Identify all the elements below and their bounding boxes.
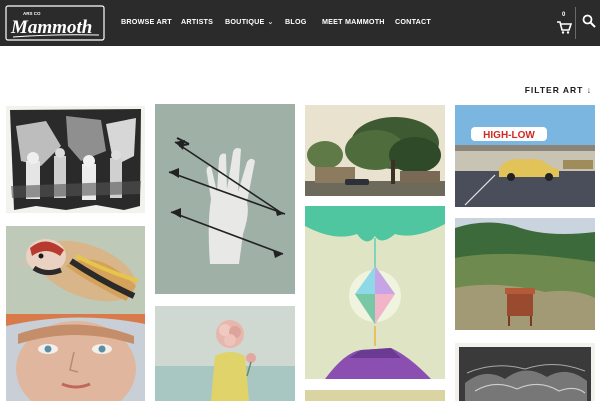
artwork-high-low-motel-sign-photo[interactable]: HIGH-LOW: [455, 105, 595, 207]
artwork-hand-with-arrows[interactable]: [155, 104, 295, 294]
nav-blog[interactable]: BLOG: [285, 17, 307, 26]
artwork-oak-trees-street-photo[interactable]: [305, 105, 445, 196]
artwork-girl-with-flower-head[interactable]: [155, 306, 295, 401]
cart-icon: [557, 21, 572, 34]
artwork-bird-painting[interactable]: [6, 226, 145, 314]
nav-meet-mammoth[interactable]: MEET MAMMOTH: [322, 17, 385, 26]
cart-count: 0: [562, 12, 566, 18]
nav-boutique[interactable]: BOUTIQUE ⌄: [225, 17, 274, 26]
artwork-etched-rocks-print[interactable]: [455, 343, 595, 401]
nav-boutique-label: BOUTIQUE: [225, 17, 265, 26]
logo-small-text: ARS CO: [23, 11, 41, 16]
filter-art-toggle[interactable]: FILTER ART ↓: [525, 85, 592, 95]
search-icon[interactable]: [582, 14, 596, 28]
filter-art-label: FILTER ART: [524, 85, 584, 95]
mammoth-logo[interactable]: ARS CO Mammoth: [5, 4, 105, 42]
artwork-partial-bottom[interactable]: [305, 390, 445, 401]
filter-icon: ↓: [586, 85, 592, 95]
artwork-overgrown-field-chair-photo[interactable]: [455, 218, 595, 330]
nav-divider: [575, 7, 576, 39]
nav-browse-art[interactable]: BROWSE ART: [121, 17, 172, 26]
nav-contact[interactable]: CONTACT: [395, 17, 431, 26]
artwork-black-and-white-figures-print[interactable]: [6, 106, 145, 213]
motel-sign-text: HIGH-LOW: [483, 130, 535, 141]
cart-button[interactable]: 0: [556, 12, 572, 34]
chevron-down-icon: ⌄: [267, 19, 274, 26]
top-navbar: ARS CO Mammoth BROWSE ART ARTISTS BOUTIQ…: [0, 0, 600, 46]
nav-artists[interactable]: ARTISTS: [181, 17, 213, 26]
artwork-woman-portrait-painting[interactable]: [6, 314, 145, 401]
artwork-crystal-drip-mountain[interactable]: [305, 206, 445, 379]
